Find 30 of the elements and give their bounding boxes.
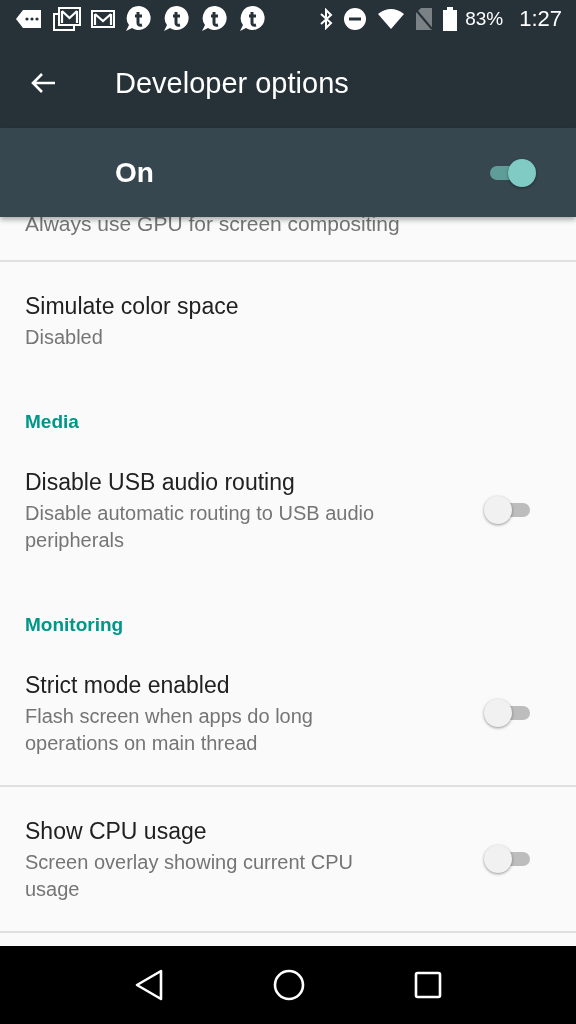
- battery-percentage: 83%: [465, 8, 504, 30]
- battery-icon: [443, 7, 458, 31]
- speech-bubble-icon: [201, 5, 229, 33]
- back-arrow-icon[interactable]: [30, 72, 56, 94]
- setting-summary: Screen overlay showing current CPU usage: [25, 850, 354, 902]
- speech-bubble-icon: [163, 5, 191, 33]
- do-not-disturb-icon: [343, 7, 368, 31]
- label-icon: [15, 8, 43, 30]
- no-sim-icon: [415, 7, 434, 31]
- mail-icon: [91, 9, 115, 29]
- setting-title[interactable]: Simulate color space: [25, 290, 239, 322]
- setting-title[interactable]: Show CPU usage: [25, 815, 207, 847]
- category-header: Monitoring: [24, 613, 125, 637]
- screen-title: Developer options: [115, 66, 349, 100]
- setting-title[interactable]: Disable USB audio routing: [25, 466, 295, 498]
- clock: 1:27: [519, 6, 562, 32]
- speech-bubble-icon: [125, 5, 153, 33]
- back-icon[interactable]: [134, 969, 165, 1001]
- overview-icon[interactable]: [413, 971, 442, 999]
- category-header: Media: [24, 410, 80, 434]
- home-icon[interactable]: [273, 969, 305, 1001]
- setting-summary: Disable automatic routing to USB audio peripherals: [25, 501, 376, 553]
- setting-summary: Flash screen when apps do long operations on main thread: [25, 704, 314, 756]
- switch-label: On: [115, 156, 154, 189]
- bluetooth-icon: [319, 8, 334, 30]
- wifi-icon: [377, 8, 406, 30]
- mail-stack-icon: [53, 7, 81, 31]
- speech-bubble-icon: [239, 5, 267, 33]
- setting-summary: Disabled: [25, 325, 103, 350]
- setting-title[interactable]: Strict mode enabled: [25, 669, 230, 701]
